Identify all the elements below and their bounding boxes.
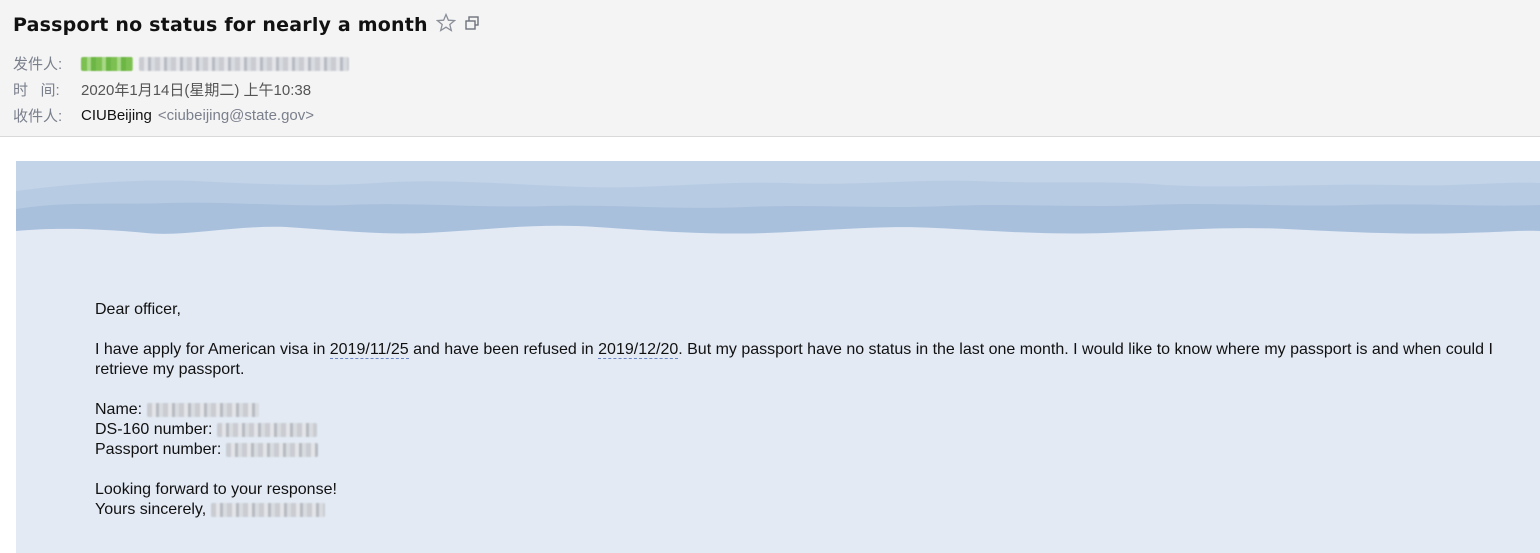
sender-label: 发件人: (13, 56, 63, 73)
sender-name-redacted[interactable] (81, 56, 133, 71)
time-row: 时 间: 2020年1月14日(星期二) 上午10:38 (13, 79, 311, 100)
signature-redacted (210, 502, 325, 517)
recipient-row: 收件人: CIUBeijing <ciubeijing@state.gov> (13, 105, 314, 126)
name-line: Name: (95, 400, 1515, 420)
email-header: Passport no status for nearly a month 发件… (0, 0, 1540, 137)
recipient-name[interactable]: CIUBeijing (81, 107, 152, 124)
message-paragraph: I have apply for American visa in 2019/1… (95, 341, 1493, 378)
closing-line: Looking forward to your response! (95, 481, 337, 498)
star-icon[interactable] (435, 12, 456, 38)
time-label: 时 间: (13, 82, 60, 99)
passport-line: Passport number: (95, 440, 1515, 460)
open-new-window-icon[interactable] (464, 15, 480, 36)
ds160-line: DS-160 number: (95, 420, 1515, 440)
email-message: Dear officer, I have apply for American … (95, 300, 1515, 520)
subject-row: Passport no status for nearly a month (13, 10, 480, 40)
sender-address-redacted (139, 56, 349, 71)
email-subject: Passport no status for nearly a month (13, 14, 428, 36)
ds160-redacted (216, 422, 317, 437)
signoff-line: Yours sincerely, (95, 500, 1515, 520)
recipient-label: 收件人: (13, 108, 63, 125)
greeting: Dear officer, (95, 301, 181, 318)
date-link[interactable]: 2019/12/20 (598, 341, 679, 359)
sender-row: 发件人: (13, 53, 349, 74)
time-value: 2020年1月14日(星期二) 上午10:38 (81, 82, 312, 99)
recipient-address: <ciubeijing@state.gov> (157, 107, 315, 124)
name-redacted (146, 402, 259, 417)
date-link[interactable]: 2019/11/25 (329, 341, 409, 359)
passport-redacted (225, 442, 318, 457)
mountain-banner (16, 161, 1540, 241)
email-body-card: Dear officer, I have apply for American … (16, 161, 1540, 553)
